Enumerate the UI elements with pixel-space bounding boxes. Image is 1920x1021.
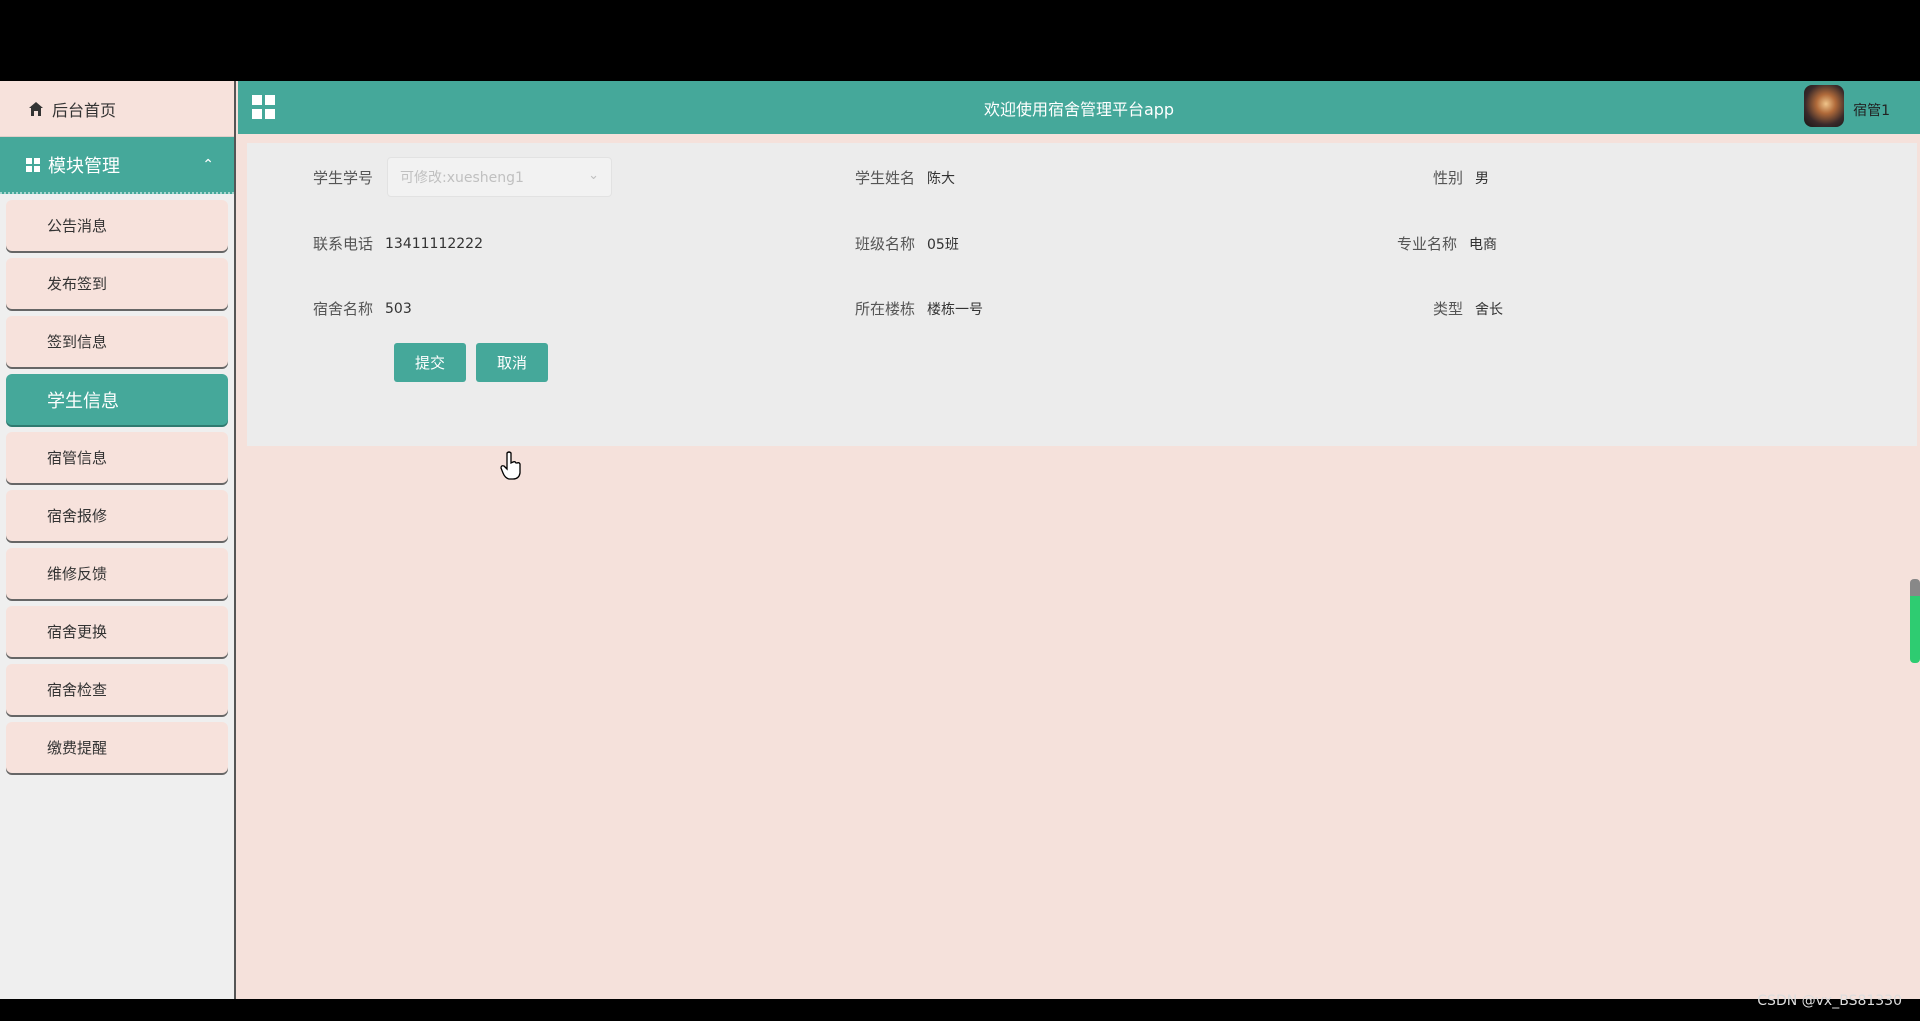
major-label: 专业名称 bbox=[1397, 235, 1458, 253]
app-screen: 后台首页 模块管理 ⌃ 公告消息 发布签到 签到信息 学生信息 宿管信息 宿舍报… bbox=[0, 81, 1920, 999]
gender-value[interactable]: 男 bbox=[1475, 168, 1489, 188]
sidebar-item-signin-info[interactable]: 签到信息 bbox=[6, 316, 228, 367]
major-value[interactable]: 电商 bbox=[1469, 234, 1497, 254]
sidebar-item-home[interactable]: 后台首页 bbox=[0, 81, 234, 137]
sidebar-item-label: 宿舍报修 bbox=[47, 507, 108, 525]
student-no-field: 学生学号 可修改:xuesheng1 ⌄ bbox=[313, 157, 613, 197]
gender-label: 性别 bbox=[1433, 169, 1464, 187]
gender-field: 性别 男 bbox=[1433, 167, 1489, 188]
sidebar-item-label: 宿舍更换 bbox=[47, 623, 108, 641]
sidebar: 后台首页 模块管理 ⌃ 公告消息 发布签到 签到信息 学生信息 宿管信息 宿舍报… bbox=[0, 81, 236, 999]
sidebar-item-label: 宿管信息 bbox=[47, 449, 108, 467]
submit-button[interactable]: 提交 bbox=[394, 343, 466, 382]
student-name-value[interactable]: 陈大 bbox=[927, 168, 955, 188]
type-value[interactable]: 舍长 bbox=[1475, 299, 1503, 319]
sidebar-item-label: 签到信息 bbox=[47, 333, 108, 351]
building-value[interactable]: 楼栋一号 bbox=[927, 299, 983, 319]
phone-value[interactable]: 13411112222 bbox=[385, 236, 483, 252]
sidebar-item-dorm-change[interactable]: 宿舍更换 bbox=[6, 606, 228, 657]
chevron-down-icon: ⌄ bbox=[588, 168, 600, 183]
student-name-label: 学生姓名 bbox=[855, 169, 916, 187]
sidebar-item-announcements[interactable]: 公告消息 bbox=[6, 200, 228, 251]
student-no-placeholder: 可修改:xuesheng1 bbox=[400, 170, 524, 186]
page-title: 欢迎使用宿舍管理平台app bbox=[983, 100, 1175, 119]
hand-cursor-icon bbox=[500, 451, 521, 480]
sidebar-item-dorm-inspection[interactable]: 宿舍检查 bbox=[6, 664, 228, 715]
home-icon bbox=[29, 101, 43, 116]
sidebar-module-header[interactable]: 模块管理 ⌃ bbox=[0, 137, 234, 194]
avatar[interactable] bbox=[1804, 85, 1844, 127]
phone-label: 联系电话 bbox=[313, 235, 374, 253]
sidebar-menu: 公告消息 发布签到 签到信息 学生信息 宿管信息 宿舍报修 维修反馈 宿舍更换 … bbox=[0, 194, 234, 773]
sidebar-item-label: 缴费提醒 bbox=[47, 739, 108, 757]
sidebar-home-label: 后台首页 bbox=[52, 100, 117, 120]
dorm-field: 宿舍名称 503 bbox=[313, 298, 412, 319]
class-label: 班级名称 bbox=[855, 235, 916, 253]
username[interactable]: 宿管1 bbox=[1853, 100, 1890, 120]
sidebar-item-label: 维修反馈 bbox=[47, 565, 108, 583]
watermark: CSDN @vx_BS81330 bbox=[1757, 993, 1902, 1009]
scrollbar[interactable] bbox=[1910, 579, 1920, 663]
sidebar-item-label: 发布签到 bbox=[47, 275, 108, 293]
class-value[interactable]: 05班 bbox=[927, 234, 959, 254]
class-field: 班级名称 05班 bbox=[855, 233, 959, 254]
sidebar-item-repair[interactable]: 宿舍报修 bbox=[6, 490, 228, 541]
sidebar-item-label: 宿舍检查 bbox=[47, 681, 108, 699]
sidebar-item-publish-signin[interactable]: 发布签到 bbox=[6, 258, 228, 309]
type-field: 类型 舍长 bbox=[1433, 298, 1503, 319]
sidebar-item-student-info[interactable]: 学生信息 bbox=[6, 374, 228, 425]
dorm-value[interactable]: 503 bbox=[385, 301, 412, 317]
building-field: 所在楼栋 楼栋一号 bbox=[855, 298, 983, 319]
building-label: 所在楼栋 bbox=[855, 300, 916, 318]
module-label: 模块管理 bbox=[48, 155, 120, 177]
student-name-field: 学生姓名 陈大 bbox=[855, 167, 955, 188]
sidebar-item-label: 公告消息 bbox=[47, 217, 108, 235]
chevron-up-icon: ⌃ bbox=[202, 157, 214, 173]
student-no-label: 学生学号 bbox=[313, 168, 374, 187]
student-form: 学生学号 可修改:xuesheng1 ⌄ 学生姓名 陈大 性别 男 联系电话 1… bbox=[247, 143, 1917, 446]
grid-icon bbox=[26, 157, 40, 172]
phone-field: 联系电话 13411112222 bbox=[313, 233, 483, 254]
cancel-button[interactable]: 取消 bbox=[476, 343, 548, 382]
major-field: 专业名称 电商 bbox=[1397, 233, 1497, 254]
dorm-label: 宿舍名称 bbox=[313, 300, 374, 318]
sidebar-item-fee-reminder[interactable]: 缴费提醒 bbox=[6, 722, 228, 773]
sidebar-item-repair-feedback[interactable]: 维修反馈 bbox=[6, 548, 228, 599]
sidebar-item-label: 学生信息 bbox=[47, 390, 119, 412]
sidebar-item-manager-info[interactable]: 宿管信息 bbox=[6, 432, 228, 483]
top-bar: 欢迎使用宿舍管理平台app 宿管1 bbox=[238, 81, 1920, 134]
student-no-select[interactable]: 可修改:xuesheng1 ⌄ bbox=[387, 157, 613, 197]
type-label: 类型 bbox=[1433, 300, 1464, 318]
